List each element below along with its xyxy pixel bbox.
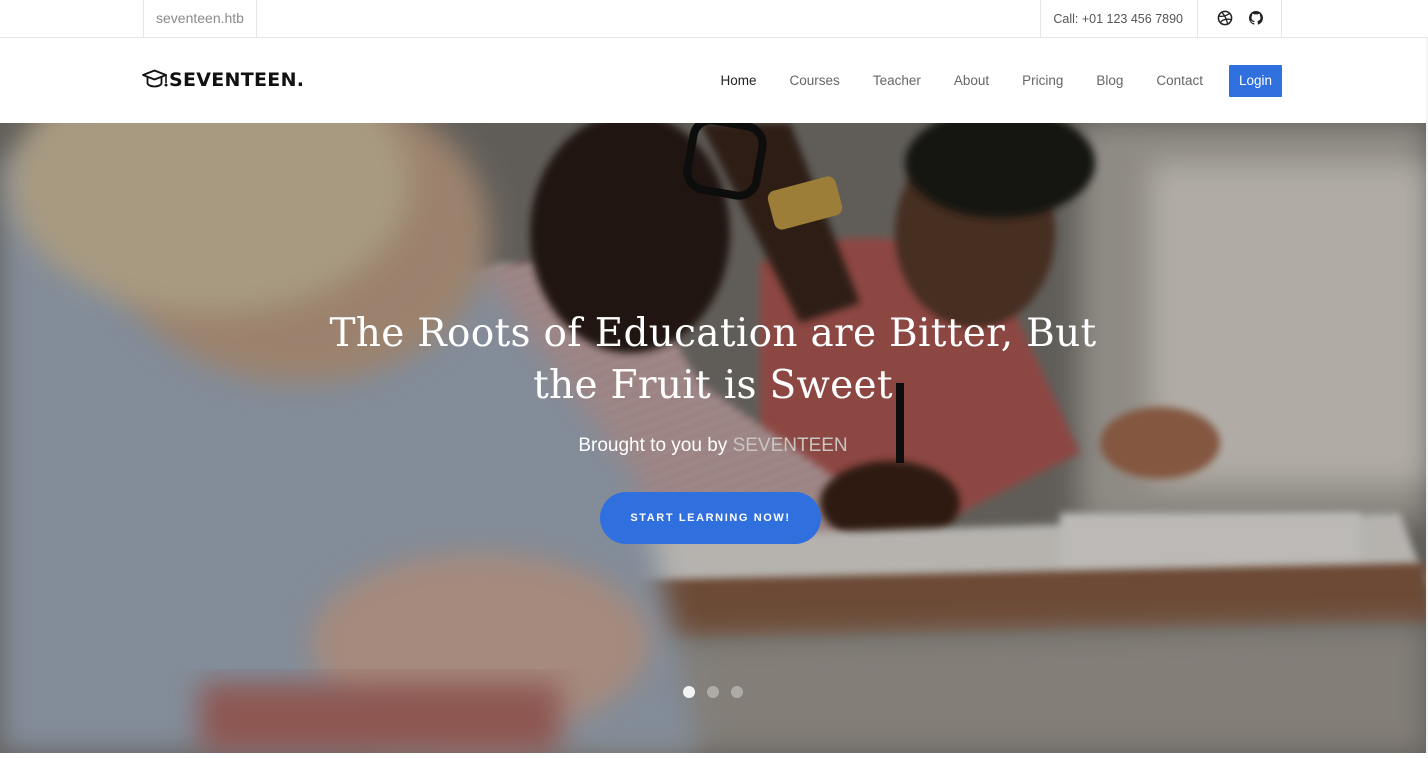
hero-subtitle-brand: SEVENTEEN [732,435,848,456]
slider-dot-3[interactable] [731,686,743,698]
graduation-cap-icon [142,69,168,88]
dribbble-icon[interactable] [1217,10,1233,26]
slider-dot-2[interactable] [707,686,719,698]
hero-title-line-2: the Fruit is Sweet [533,363,893,408]
hero-subtitle-prefix: Brought to you by [578,435,728,456]
nav-item-pricing[interactable]: Pricing [1022,65,1063,97]
nav-item-about[interactable]: About [954,65,989,97]
primary-nav: Home Courses Teacher About Pricing Blog … [688,65,1282,97]
logo-text: SEVENTEEN. [169,69,305,91]
top-bar-inner: seventeen.htb Call: +01 123 456 7890 [143,0,1282,37]
site-logo[interactable]: SEVENTEEN. [142,68,304,92]
nav-item-blog[interactable]: Blog [1096,65,1123,97]
login-button[interactable]: Login [1228,65,1282,97]
hero-slider: The Roots of Education are Bitter, But t… [0,123,1426,753]
hero-title-line-1: The Roots of Education are Bitter, But [329,311,1097,356]
social-links [1198,0,1282,37]
nav-item-home[interactable]: Home [721,65,757,97]
call-info: Call: +01 123 456 7890 [1040,0,1198,37]
github-icon[interactable] [1248,10,1264,26]
hero-title: The Roots of Education are Bitter, But t… [0,308,1426,412]
start-learning-button[interactable]: START LEARNING NOW! [600,492,821,544]
site-name: seventeen.htb [143,0,257,37]
slider-dot-1[interactable] [683,686,695,698]
slider-pagination [683,686,755,698]
nav-item-teacher[interactable]: Teacher [873,65,921,97]
main-navbar: SEVENTEEN. Home Courses Teacher About Pr… [0,38,1428,123]
page-bottom-strip [0,753,1428,758]
nav-item-courses[interactable]: Courses [790,65,840,97]
top-bar: seventeen.htb Call: +01 123 456 7890 [0,0,1428,38]
nav-item-contact[interactable]: Contact [1156,65,1203,97]
hero-subtitle: Brought to you by SEVENTEEN [0,435,1426,457]
